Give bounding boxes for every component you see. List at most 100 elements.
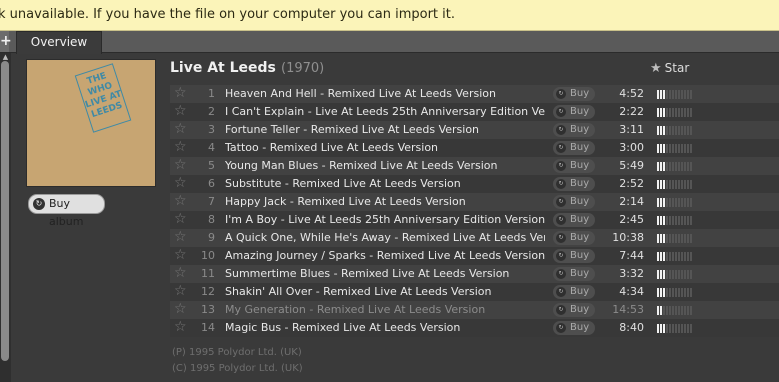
track-title[interactable]: Amazing Journey / Sparks - Remixed Live … (225, 247, 545, 265)
popularity-bar (675, 162, 677, 171)
track-title[interactable]: Fortune Teller - Remixed Live At Leeds V… (225, 121, 545, 139)
buy-track-button[interactable]: ↻ Buy (553, 195, 595, 209)
track-title[interactable]: Magic Bus - Remixed Live At Leeds Versio… (225, 319, 545, 337)
track-star-icon[interactable]: ☆ (174, 283, 188, 300)
buy-track-label: Buy (570, 142, 590, 153)
track-row[interactable]: ☆ 6 Substitute - Remixed Live At Leeds Ver… (170, 175, 779, 193)
popularity-bar (675, 288, 677, 297)
buy-track-button[interactable]: ↻ Buy (553, 177, 595, 191)
popularity-bar (660, 324, 662, 333)
buy-track-button[interactable]: ↻ Buy (553, 87, 595, 101)
buy-track-label: Buy (570, 178, 590, 189)
popularity-bar (657, 270, 659, 279)
popularity-bar (690, 108, 692, 117)
track-title[interactable]: Shakin' All Over - Remixed Live At Leeds… (225, 283, 545, 301)
popularity-bar (684, 90, 686, 99)
track-row[interactable]: ☆ 10 Amazing Journey / Sparks - Remixed Li… (170, 247, 779, 265)
track-title[interactable]: I'm A Boy - Live At Leeds 25th Anniversa… (225, 211, 545, 229)
popularity-bar (666, 144, 668, 153)
popularity-bar (681, 306, 683, 315)
track-row[interactable]: ☆ 7 Happy Jack - Remixed Live At Leeds Ver… (170, 193, 779, 211)
buy-icon: ↻ (556, 143, 566, 153)
track-star-icon[interactable]: ☆ (174, 193, 188, 210)
buy-track-button[interactable]: ↻ Buy (553, 231, 595, 245)
track-title[interactable]: My Generation - Remixed Live At Leeds Ve… (225, 301, 545, 319)
track-title[interactable]: Substitute - Remixed Live At Leeds Versi… (225, 175, 545, 193)
add-tab-button[interactable]: + (0, 31, 12, 52)
track-star-icon[interactable]: ☆ (174, 175, 188, 192)
track-title[interactable]: Heaven And Hell - Remixed Live At Leeds … (225, 85, 545, 103)
buy-track-button[interactable]: ↻ Buy (553, 141, 595, 155)
popularity-meter (657, 234, 693, 243)
buy-track-button[interactable]: ↻ Buy (553, 285, 595, 299)
track-row[interactable]: ☆ 1 Heaven And Hell - Remixed Live At Leed… (170, 85, 779, 103)
track-title[interactable]: A Quick One, While He's Away - Remixed L… (225, 229, 545, 247)
track-row[interactable]: ☆ 14 Magic Bus - Remixed Live At Leeds Ver… (170, 319, 779, 337)
vertical-scrollbar[interactable]: ▲ (0, 53, 11, 382)
buy-track-button[interactable]: ↻ Buy (553, 105, 595, 119)
buy-track-button[interactable]: ↻ Buy (553, 321, 595, 335)
popularity-bar (663, 126, 665, 135)
buy-album-button[interactable]: ↻ Buy album (28, 194, 105, 228)
track-title[interactable]: Happy Jack - Remixed Live At Leeds Versi… (225, 193, 545, 211)
popularity-bar (678, 90, 680, 99)
popularity-bar (681, 234, 683, 243)
track-title[interactable]: I Can't Explain - Live At Leeds 25th Ann… (225, 103, 545, 121)
track-title[interactable]: Young Man Blues - Remixed Live At Leeds … (225, 157, 545, 175)
track-star-icon[interactable]: ☆ (174, 211, 188, 228)
album-cover[interactable]: THE WHO LIVE AT LEEDS (27, 60, 155, 186)
buy-track-button[interactable]: ↻ Buy (553, 213, 595, 227)
buy-icon: ↻ (556, 251, 566, 261)
popularity-bar (675, 324, 677, 333)
track-number: 5 (208, 159, 215, 172)
popularity-meter (657, 216, 693, 225)
track-row[interactable]: ☆ 9 A Quick One, While He's Away - Remixed… (170, 229, 779, 247)
track-star-icon[interactable]: ☆ (174, 121, 188, 138)
popularity-bar (657, 252, 659, 261)
popularity-bar (666, 270, 668, 279)
star-album-button[interactable]: ★ Star (650, 61, 689, 76)
popularity-bar (690, 252, 692, 261)
track-star-icon[interactable]: ☆ (174, 247, 188, 264)
track-title[interactable]: Summertime Blues - Remixed Live At Leeds… (225, 265, 545, 283)
track-star-icon[interactable]: ☆ (174, 103, 188, 120)
popularity-bar (675, 270, 677, 279)
track-row[interactable]: ☆ 2 I Can't Explain - Live At Leeds 25th A… (170, 103, 779, 121)
track-star-icon[interactable]: ☆ (174, 319, 188, 336)
buy-track-button[interactable]: ↻ Buy (553, 123, 595, 137)
track-row[interactable]: ☆ 5 Young Man Blues - Remixed Live At Leed… (170, 157, 779, 175)
buy-track-button[interactable]: ↻ Buy (553, 159, 595, 173)
track-star-icon[interactable]: ☆ (174, 229, 188, 246)
buy-track-button[interactable]: ↻ Buy (553, 267, 595, 281)
popularity-bar (690, 216, 692, 225)
popularity-bar (660, 126, 662, 135)
track-row[interactable]: ☆ 12 Shakin' All Over - Remixed Live At Le… (170, 283, 779, 301)
popularity-bar (669, 234, 671, 243)
buy-track-button[interactable]: ↻ Buy (553, 249, 595, 263)
track-list: ☆ 1 Heaven And Hell - Remixed Live At Leed… (170, 85, 779, 337)
popularity-bar (678, 144, 680, 153)
track-star-icon[interactable]: ☆ (174, 301, 188, 318)
scroll-up-arrow-icon[interactable]: ▲ (1, 53, 10, 61)
popularity-bar (669, 288, 671, 297)
track-row[interactable]: ☆ 4 Tattoo - Remixed Live At Leeds Version… (170, 139, 779, 157)
popularity-bar (672, 288, 674, 297)
popularity-bar (672, 270, 674, 279)
track-star-icon[interactable]: ☆ (174, 139, 188, 156)
popularity-bar (672, 306, 674, 315)
tab-overview[interactable]: Overview (16, 31, 102, 54)
track-row[interactable]: ☆ 11 Summertime Blues - Remixed Live At Le… (170, 265, 779, 283)
buy-track-button[interactable]: ↻ Buy (553, 303, 595, 317)
track-title[interactable]: Tattoo - Remixed Live At Leeds Version (225, 139, 545, 157)
track-star-icon[interactable]: ☆ (174, 85, 188, 102)
track-star-icon[interactable]: ☆ (174, 157, 188, 174)
popularity-bar (684, 306, 686, 315)
track-star-icon[interactable]: ☆ (174, 265, 188, 282)
scroll-thumb[interactable] (1, 61, 9, 361)
track-row[interactable]: ☆ 13 My Generation - Remixed Live At Leeds… (170, 301, 779, 319)
popularity-bar (663, 162, 665, 171)
track-row[interactable]: ☆ 8 I'm A Boy - Live At Leeds 25th Anniver… (170, 211, 779, 229)
track-row[interactable]: ☆ 3 Fortune Teller - Remixed Live At Leeds… (170, 121, 779, 139)
popularity-bar (666, 180, 668, 189)
popularity-bar (684, 252, 686, 261)
